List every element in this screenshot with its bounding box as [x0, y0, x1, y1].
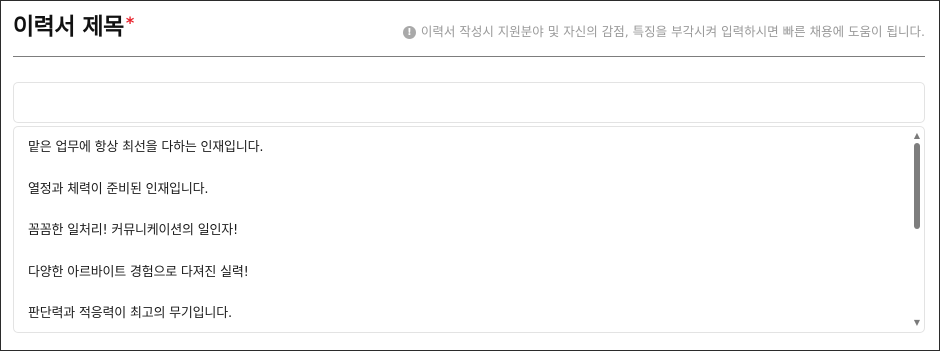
suggestion-item[interactable]: 꼼꼼한 일처리! 커뮤니케이션의 일인자! [14, 222, 924, 264]
section-title: 이력서 제목 * [13, 13, 134, 41]
title-suggestion-list: 맡은 업무에 항상 최선을 다하는 인재입니다. 열정과 체력이 준비된 인재입니… [13, 126, 925, 333]
scrollbar-thumb[interactable] [914, 143, 920, 229]
suggestion-item[interactable]: 열정과 체력이 준비된 인재입니다. [14, 181, 924, 223]
resume-title-panel: 이력서 제목 * ! 이력서 작성시 지원분야 및 자신의 감점, 특징을 부각시… [0, 0, 940, 351]
guide-text: 이력서 작성시 지원분야 및 자신의 감점, 특징을 부각시켜 입력하시면 빠른… [420, 24, 925, 39]
suggestion-item[interactable]: 다양한 아르바이트 경험으로 다져진 실력! [14, 264, 924, 306]
scrollbar[interactable]: ▲ ▼ [910, 127, 924, 332]
suggestion-item[interactable]: 판단력과 적응력이 최고의 무기입니다. [14, 305, 924, 332]
guide-hint: ! 이력서 작성시 지원분야 및 자신의 감점, 특징을 부각시켜 입력하시면 … [402, 24, 925, 40]
title-divider [13, 56, 925, 57]
info-icon: ! [402, 25, 416, 39]
suggestion-item[interactable]: 맡은 업무에 항상 최선을 다하는 인재입니다. [14, 139, 924, 181]
resume-title-input[interactable] [13, 82, 925, 123]
title-text: 이력서 제목 [13, 14, 124, 40]
required-mark: * [125, 13, 134, 32]
suggestion-items: 맡은 업무에 항상 최선을 다하는 인재입니다. 열정과 체력이 준비된 인재입니… [14, 127, 924, 332]
scroll-down-arrow-icon[interactable]: ▼ [910, 317, 924, 329]
scroll-up-arrow-icon[interactable]: ▲ [910, 130, 924, 142]
